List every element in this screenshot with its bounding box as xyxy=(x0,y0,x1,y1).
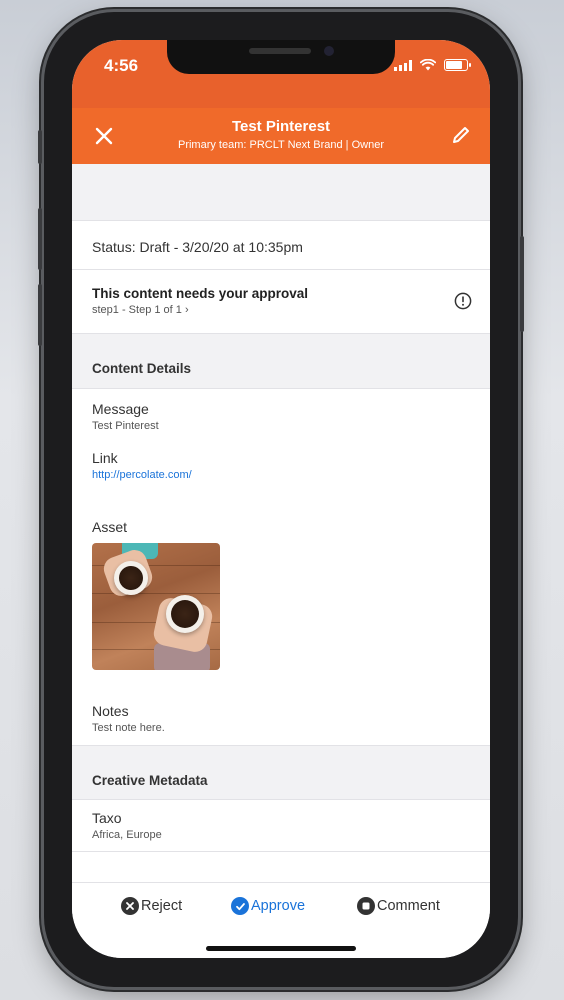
status-bar: 4:56 xyxy=(72,40,490,108)
comment-icon xyxy=(357,897,375,915)
wifi-icon xyxy=(420,59,436,71)
info-icon[interactable] xyxy=(454,292,472,310)
notes-label: Notes xyxy=(92,703,129,719)
volume-down-button xyxy=(38,284,42,346)
content-scroll[interactable]: Status: Draft - 3/20/20 at 10:35pm This … xyxy=(72,164,490,852)
status-text: Status: Draft - 3/20/20 at 10:35pm xyxy=(72,221,490,270)
app-header: Test Pinterest Primary team: PRCLT Next … xyxy=(72,108,490,164)
link-field: Link http://percolate.com/ xyxy=(72,432,490,481)
coffee-cup xyxy=(114,561,148,595)
page-title: Test Pinterest xyxy=(231,118,331,135)
notes-value: Test note here. xyxy=(92,722,165,734)
battery-icon xyxy=(444,59,471,71)
comment-label: Comment xyxy=(377,898,440,914)
approve-label: Approve xyxy=(251,898,306,914)
message-field: Message Test Pinterest xyxy=(72,389,490,432)
volume-up-button xyxy=(38,208,42,270)
comment-button[interactable]: Comment xyxy=(357,897,440,915)
reject-icon xyxy=(121,897,139,915)
asset-image[interactable] xyxy=(92,543,220,670)
speaker xyxy=(249,48,311,54)
approve-button[interactable]: Approve xyxy=(231,897,305,915)
phone-frame: 4:56 Test Pinterest Primary team: PRCLT … xyxy=(38,12,524,987)
coffee-cup xyxy=(166,595,204,633)
clock: 4:56 xyxy=(104,56,139,75)
top-spacer xyxy=(72,164,490,221)
front-camera xyxy=(324,46,334,56)
message-label: Message xyxy=(92,401,149,417)
approval-title: This content needs your approval xyxy=(92,286,309,301)
close-icon[interactable] xyxy=(92,124,116,148)
reject-label: Reject xyxy=(141,898,183,914)
status-icons xyxy=(394,59,471,71)
notes-field: Notes Test note here. xyxy=(72,670,490,745)
creative-metadata-heading: Creative Metadata xyxy=(72,745,490,800)
app-screen: 4:56 Test Pinterest Primary team: PRCLT … xyxy=(72,40,490,958)
approval-step-link[interactable]: step1 - Step 1 of 1 › xyxy=(92,304,470,316)
taxo-label: Taxo xyxy=(92,810,122,826)
taxo-value: Africa, Europe xyxy=(92,829,162,841)
divider xyxy=(72,851,490,852)
approval-row[interactable]: This content needs your approval step1 -… xyxy=(72,270,490,334)
mute-switch xyxy=(38,130,42,164)
home-indicator[interactable] xyxy=(206,946,356,951)
power-button xyxy=(520,236,524,332)
checkmark-icon xyxy=(231,897,249,915)
link-label: Link xyxy=(92,450,118,466)
pencil-icon[interactable] xyxy=(450,124,472,146)
asset-field: Asset xyxy=(72,481,490,670)
reject-button[interactable]: Reject xyxy=(121,897,182,915)
taxo-field: Taxo Africa, Europe xyxy=(72,800,490,851)
content-details-heading: Content Details xyxy=(72,334,490,389)
page-subtitle: Primary team: PRCLT Next Brand | Owner xyxy=(177,139,384,151)
asset-label: Asset xyxy=(92,519,128,535)
link-value[interactable]: http://percolate.com/ xyxy=(92,469,470,481)
message-value: Test Pinterest xyxy=(92,420,159,432)
signal-icon xyxy=(394,59,412,71)
notch xyxy=(167,40,395,74)
